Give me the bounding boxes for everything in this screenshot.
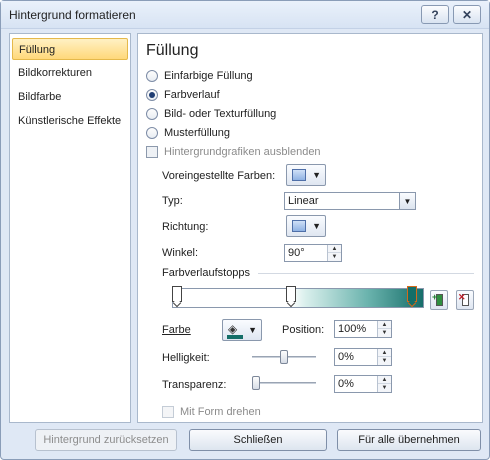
hide-background-graphics-label: Hintergrundgrafiken ausblenden xyxy=(164,146,321,158)
section-divider xyxy=(258,273,474,274)
radio-gradient-fill[interactable]: Farbverlauf xyxy=(146,87,220,103)
position-spinner[interactable]: 100% ▲ ▼ xyxy=(334,320,392,338)
radio-solid-fill[interactable]: Einfarbige Füllung xyxy=(146,68,253,84)
selected-color-bar xyxy=(227,335,243,339)
plus-icon: + xyxy=(432,292,438,302)
type-label: Typ: xyxy=(162,195,183,207)
brightness-label: Helligkeit: xyxy=(162,352,210,364)
radio-pattern-fill-label: Musterfüllung xyxy=(164,127,231,139)
transparency-value[interactable]: 0% xyxy=(338,378,354,390)
transparency-label: Transparenz: xyxy=(162,379,227,391)
spin-up-icon[interactable]: ▲ xyxy=(378,349,391,357)
slider-thumb[interactable] xyxy=(252,376,260,390)
panel-heading: Füllung xyxy=(146,42,199,59)
sidebar-item-picture-color[interactable]: Bildfarbe xyxy=(12,86,128,108)
radio-solid-fill-control[interactable] xyxy=(146,70,158,82)
radio-pattern-fill-control[interactable] xyxy=(146,127,158,139)
gradient-stop-marker[interactable] xyxy=(172,286,182,308)
spin-down-icon[interactable]: ▼ xyxy=(378,329,391,337)
rotate-with-shape-label: Mit Form drehen xyxy=(180,406,261,418)
spin-down-icon[interactable]: ▼ xyxy=(378,357,391,365)
position-label: Position: xyxy=(282,324,325,336)
direction-button[interactable]: ▼ xyxy=(286,215,326,237)
brightness-slider[interactable] xyxy=(252,350,316,364)
reset-background-button[interactable]: Hintergrund zurücksetzen xyxy=(35,429,177,451)
spin-down-icon[interactable]: ▼ xyxy=(378,384,391,392)
rotate-with-shape-checkbox[interactable] xyxy=(162,406,174,418)
sidebar-item-picture-corrections[interactable]: Bildkorrekturen xyxy=(12,62,128,84)
radio-picture-fill-control[interactable] xyxy=(146,108,158,120)
color-label: Farbe xyxy=(162,324,191,336)
slider-track xyxy=(252,382,316,384)
angle-label: Winkel: xyxy=(162,247,199,259)
category-sidebar: Füllung Bildkorrekturen Bildfarbe Künstl… xyxy=(9,33,131,423)
chevron-down-icon: ▼ xyxy=(312,170,321,180)
angle-spinner[interactable]: 90° ▲ ▼ xyxy=(284,244,342,262)
transparency-slider[interactable] xyxy=(252,376,316,390)
sidebar-item-artistic-effects[interactable]: Künstlerische Effekte xyxy=(12,110,128,132)
brightness-spinner[interactable]: 0% ▲ ▼ xyxy=(334,348,392,366)
format-background-dialog: Hintergrund formatieren ? ✕ Füllung Bild… xyxy=(0,0,490,460)
sidebar-item-fill[interactable]: Füllung xyxy=(12,38,128,60)
spin-down-icon[interactable]: ▼ xyxy=(328,253,341,261)
direction-label: Richtung: xyxy=(162,221,209,233)
angle-value[interactable]: 90° xyxy=(288,247,305,259)
help-button[interactable]: ? xyxy=(421,5,449,24)
paint-bucket-icon: ◈ xyxy=(228,322,238,336)
preset-color-swatch xyxy=(292,169,306,181)
close-button[interactable]: Schließen xyxy=(189,429,327,451)
radio-solid-fill-label: Einfarbige Füllung xyxy=(164,70,253,82)
position-value[interactable]: 100% xyxy=(338,323,366,335)
gradient-stops-label: Farbverlaufstopps xyxy=(162,267,251,279)
radio-pattern-fill[interactable]: Musterfüllung xyxy=(146,125,230,141)
close-icon: ✕ xyxy=(461,7,473,22)
title-bar: Hintergrund formatieren ? ✕ xyxy=(1,1,489,29)
transparency-spin-buttons: ▲ ▼ xyxy=(377,376,391,392)
brightness-value[interactable]: 0% xyxy=(338,351,354,363)
spin-up-icon[interactable]: ▲ xyxy=(378,321,391,329)
help-icon: ? xyxy=(431,7,439,22)
rotate-with-shape[interactable]: Mit Form drehen xyxy=(162,404,261,420)
hide-background-graphics[interactable]: Hintergrundgrafiken ausblenden xyxy=(146,144,321,160)
position-spin-buttons: ▲ ▼ xyxy=(377,321,391,337)
stop-color-button[interactable]: ◈ ▼ xyxy=(222,319,262,341)
brightness-spin-buttons: ▲ ▼ xyxy=(377,349,391,365)
chevron-down-icon: ▼ xyxy=(248,325,257,335)
gradient-bar[interactable] xyxy=(172,288,424,308)
apply-to-all-button[interactable]: Für alle übernehmen xyxy=(337,429,481,451)
type-select-value: Linear xyxy=(288,195,319,207)
radio-gradient-fill-control[interactable] xyxy=(146,89,158,101)
dialog-title: Hintergrund formatieren xyxy=(9,8,136,22)
slider-thumb[interactable] xyxy=(280,350,288,364)
remove-icon: ✕ xyxy=(458,292,466,302)
chevron-down-icon: ▼ xyxy=(312,221,321,231)
gradient-stop-marker[interactable] xyxy=(285,286,296,308)
remove-gradient-stop-button[interactable]: ✕ xyxy=(456,290,474,310)
radio-picture-fill[interactable]: Bild- oder Texturfüllung xyxy=(146,106,276,122)
hide-background-graphics-checkbox[interactable] xyxy=(146,146,158,158)
radio-gradient-fill-label: Farbverlauf xyxy=(164,89,220,101)
chevron-down-icon[interactable]: ▼ xyxy=(399,193,415,209)
type-select[interactable]: Linear ▼ xyxy=(284,192,416,210)
fill-panel: Füllung Einfarbige Füllung Farbverlauf B… xyxy=(137,33,483,423)
gradient-stop-marker[interactable] xyxy=(406,286,417,308)
preset-colors-button[interactable]: ▼ xyxy=(286,164,326,186)
preset-colors-label: Voreingestellte Farben: xyxy=(162,170,276,182)
direction-swatch xyxy=(292,220,306,232)
angle-spin-buttons: ▲ ▼ xyxy=(327,245,341,261)
add-gradient-stop-button[interactable]: + xyxy=(430,290,448,310)
spin-up-icon[interactable]: ▲ xyxy=(328,245,341,253)
transparency-spinner[interactable]: 0% ▲ ▼ xyxy=(334,375,392,393)
spin-up-icon[interactable]: ▲ xyxy=(378,376,391,384)
radio-picture-fill-label: Bild- oder Texturfüllung xyxy=(164,108,277,120)
close-window-button[interactable]: ✕ xyxy=(453,5,481,24)
